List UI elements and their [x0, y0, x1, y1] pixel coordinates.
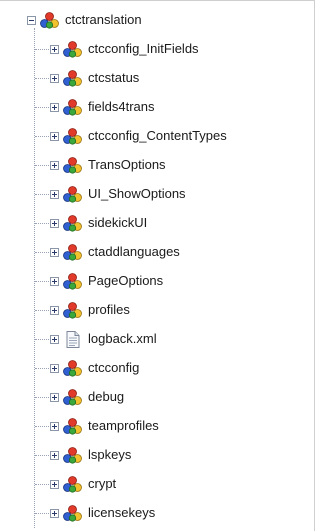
tree-branch-line: [35, 484, 49, 485]
tree-branch-line: [35, 513, 49, 514]
tree-node[interactable]: teamprofiles: [50, 415, 160, 437]
tree-node[interactable]: PageOptions: [50, 270, 164, 292]
node-cluster-icon: [63, 417, 82, 435]
expand-toggle-icon[interactable]: [50, 44, 59, 54]
expand-toggle-icon[interactable]: [50, 479, 59, 489]
collapse-toggle-icon[interactable]: [27, 15, 36, 25]
tree-branch-line: [35, 223, 49, 224]
tree-node-label: ctaddlanguages: [88, 244, 180, 259]
tree-node-label: ctcconfig_ContentTypes: [88, 128, 227, 143]
expand-toggle-icon[interactable]: [50, 160, 59, 170]
expand-toggle-icon[interactable]: [50, 218, 59, 228]
tree-node-label: licensekeys: [88, 505, 156, 520]
tree-node-label: lspkeys: [88, 447, 132, 462]
node-cluster-icon: [63, 504, 82, 522]
tree-branch-line: [35, 136, 49, 137]
tree-node[interactable]: UI_ShowOptions: [50, 183, 187, 205]
tree-node-label: ctcstatus: [88, 70, 140, 85]
tree-node-label: ctcconfig: [88, 360, 140, 375]
node-cluster-icon: [63, 127, 82, 145]
tree-node[interactable]: sidekickUI: [50, 212, 148, 234]
tree-node-label: profiles: [88, 302, 130, 317]
expand-toggle-icon[interactable]: [50, 450, 59, 460]
tree-node-label: debug: [88, 389, 125, 404]
node-cluster-icon: [40, 11, 59, 29]
tree-connector-line: [34, 28, 35, 528]
tree-node-label: sidekickUI: [88, 215, 148, 230]
node-cluster-icon: [63, 156, 82, 174]
expand-toggle-icon[interactable]: [50, 73, 59, 83]
expand-toggle-icon[interactable]: [50, 392, 59, 402]
tree-branch-line: [35, 107, 49, 108]
file-icon: [63, 330, 82, 348]
expand-toggle-icon[interactable]: [50, 421, 59, 431]
tree-node[interactable]: licensekeys: [50, 502, 156, 524]
tree-branch-line: [35, 49, 49, 50]
node-cluster-icon: [63, 446, 82, 464]
tree-node[interactable]: ctaddlanguages: [50, 241, 181, 263]
tree-node-label: ctctranslation: [65, 12, 142, 27]
tree-branch-line: [35, 426, 49, 427]
node-cluster-icon: [63, 185, 82, 203]
tree-node[interactable]: ctcconfig_ContentTypes: [50, 125, 228, 147]
tree-branch-line: [35, 165, 49, 166]
tree-node[interactable]: crypt: [50, 473, 117, 495]
tree-branch-line: [35, 397, 49, 398]
tree-node[interactable]: fields4trans: [50, 96, 155, 118]
tree-branch-line: [35, 194, 49, 195]
tree-branch-line: [35, 455, 49, 456]
expand-toggle-icon[interactable]: [50, 189, 59, 199]
expand-toggle-icon[interactable]: [50, 305, 59, 315]
tree-node-label: crypt: [88, 476, 117, 491]
node-cluster-icon: [63, 69, 82, 87]
node-cluster-icon: [63, 243, 82, 261]
tree-branch-line: [35, 78, 49, 79]
expand-toggle-icon[interactable]: [50, 508, 59, 518]
tree-branch-line: [35, 339, 49, 340]
node-cluster-icon: [63, 475, 82, 493]
node-cluster-icon: [63, 214, 82, 232]
tree-branch-line: [35, 310, 49, 311]
tree-node[interactable]: profiles: [50, 299, 131, 321]
expand-toggle-icon[interactable]: [50, 276, 59, 286]
tree-branch-line: [35, 252, 49, 253]
tree-node-label: TransOptions: [88, 157, 166, 172]
tree-node-label: PageOptions: [88, 273, 164, 288]
tree-node[interactable]: ctcconfig_InitFields: [50, 38, 200, 60]
expand-toggle-icon[interactable]: [50, 334, 59, 344]
tree-node[interactable]: logback.xml: [50, 328, 158, 350]
node-cluster-icon: [63, 40, 82, 58]
tree-node[interactable]: debug: [50, 386, 125, 408]
tree-node-label: teamprofiles: [88, 418, 159, 433]
node-cluster-icon: [63, 388, 82, 406]
node-cluster-icon: [63, 98, 82, 116]
tree-node[interactable]: ctcconfig: [50, 357, 140, 379]
node-tree-panel: ctctranslation ctcconfig_InitFieldsctcst…: [0, 0, 315, 531]
node-cluster-icon: [63, 359, 82, 377]
tree-branch-line: [35, 368, 49, 369]
node-cluster-icon: [63, 272, 82, 290]
tree-node-label: fields4trans: [88, 99, 155, 114]
expand-toggle-icon[interactable]: [50, 131, 59, 141]
tree-branch-line: [35, 281, 49, 282]
expand-toggle-icon[interactable]: [50, 102, 59, 112]
tree-node-label: logback.xml: [88, 331, 157, 346]
tree-node[interactable]: lspkeys: [50, 444, 132, 466]
expand-toggle-icon[interactable]: [50, 363, 59, 373]
tree-node[interactable]: ctcstatus: [50, 67, 140, 89]
tree-node[interactable]: TransOptions: [50, 154, 167, 176]
tree-node-root[interactable]: ctctranslation: [27, 9, 143, 31]
node-cluster-icon: [63, 301, 82, 319]
tree-node-label: ctcconfig_InitFields: [88, 41, 199, 56]
tree-node-label: UI_ShowOptions: [88, 186, 186, 201]
expand-toggle-icon[interactable]: [50, 247, 59, 257]
